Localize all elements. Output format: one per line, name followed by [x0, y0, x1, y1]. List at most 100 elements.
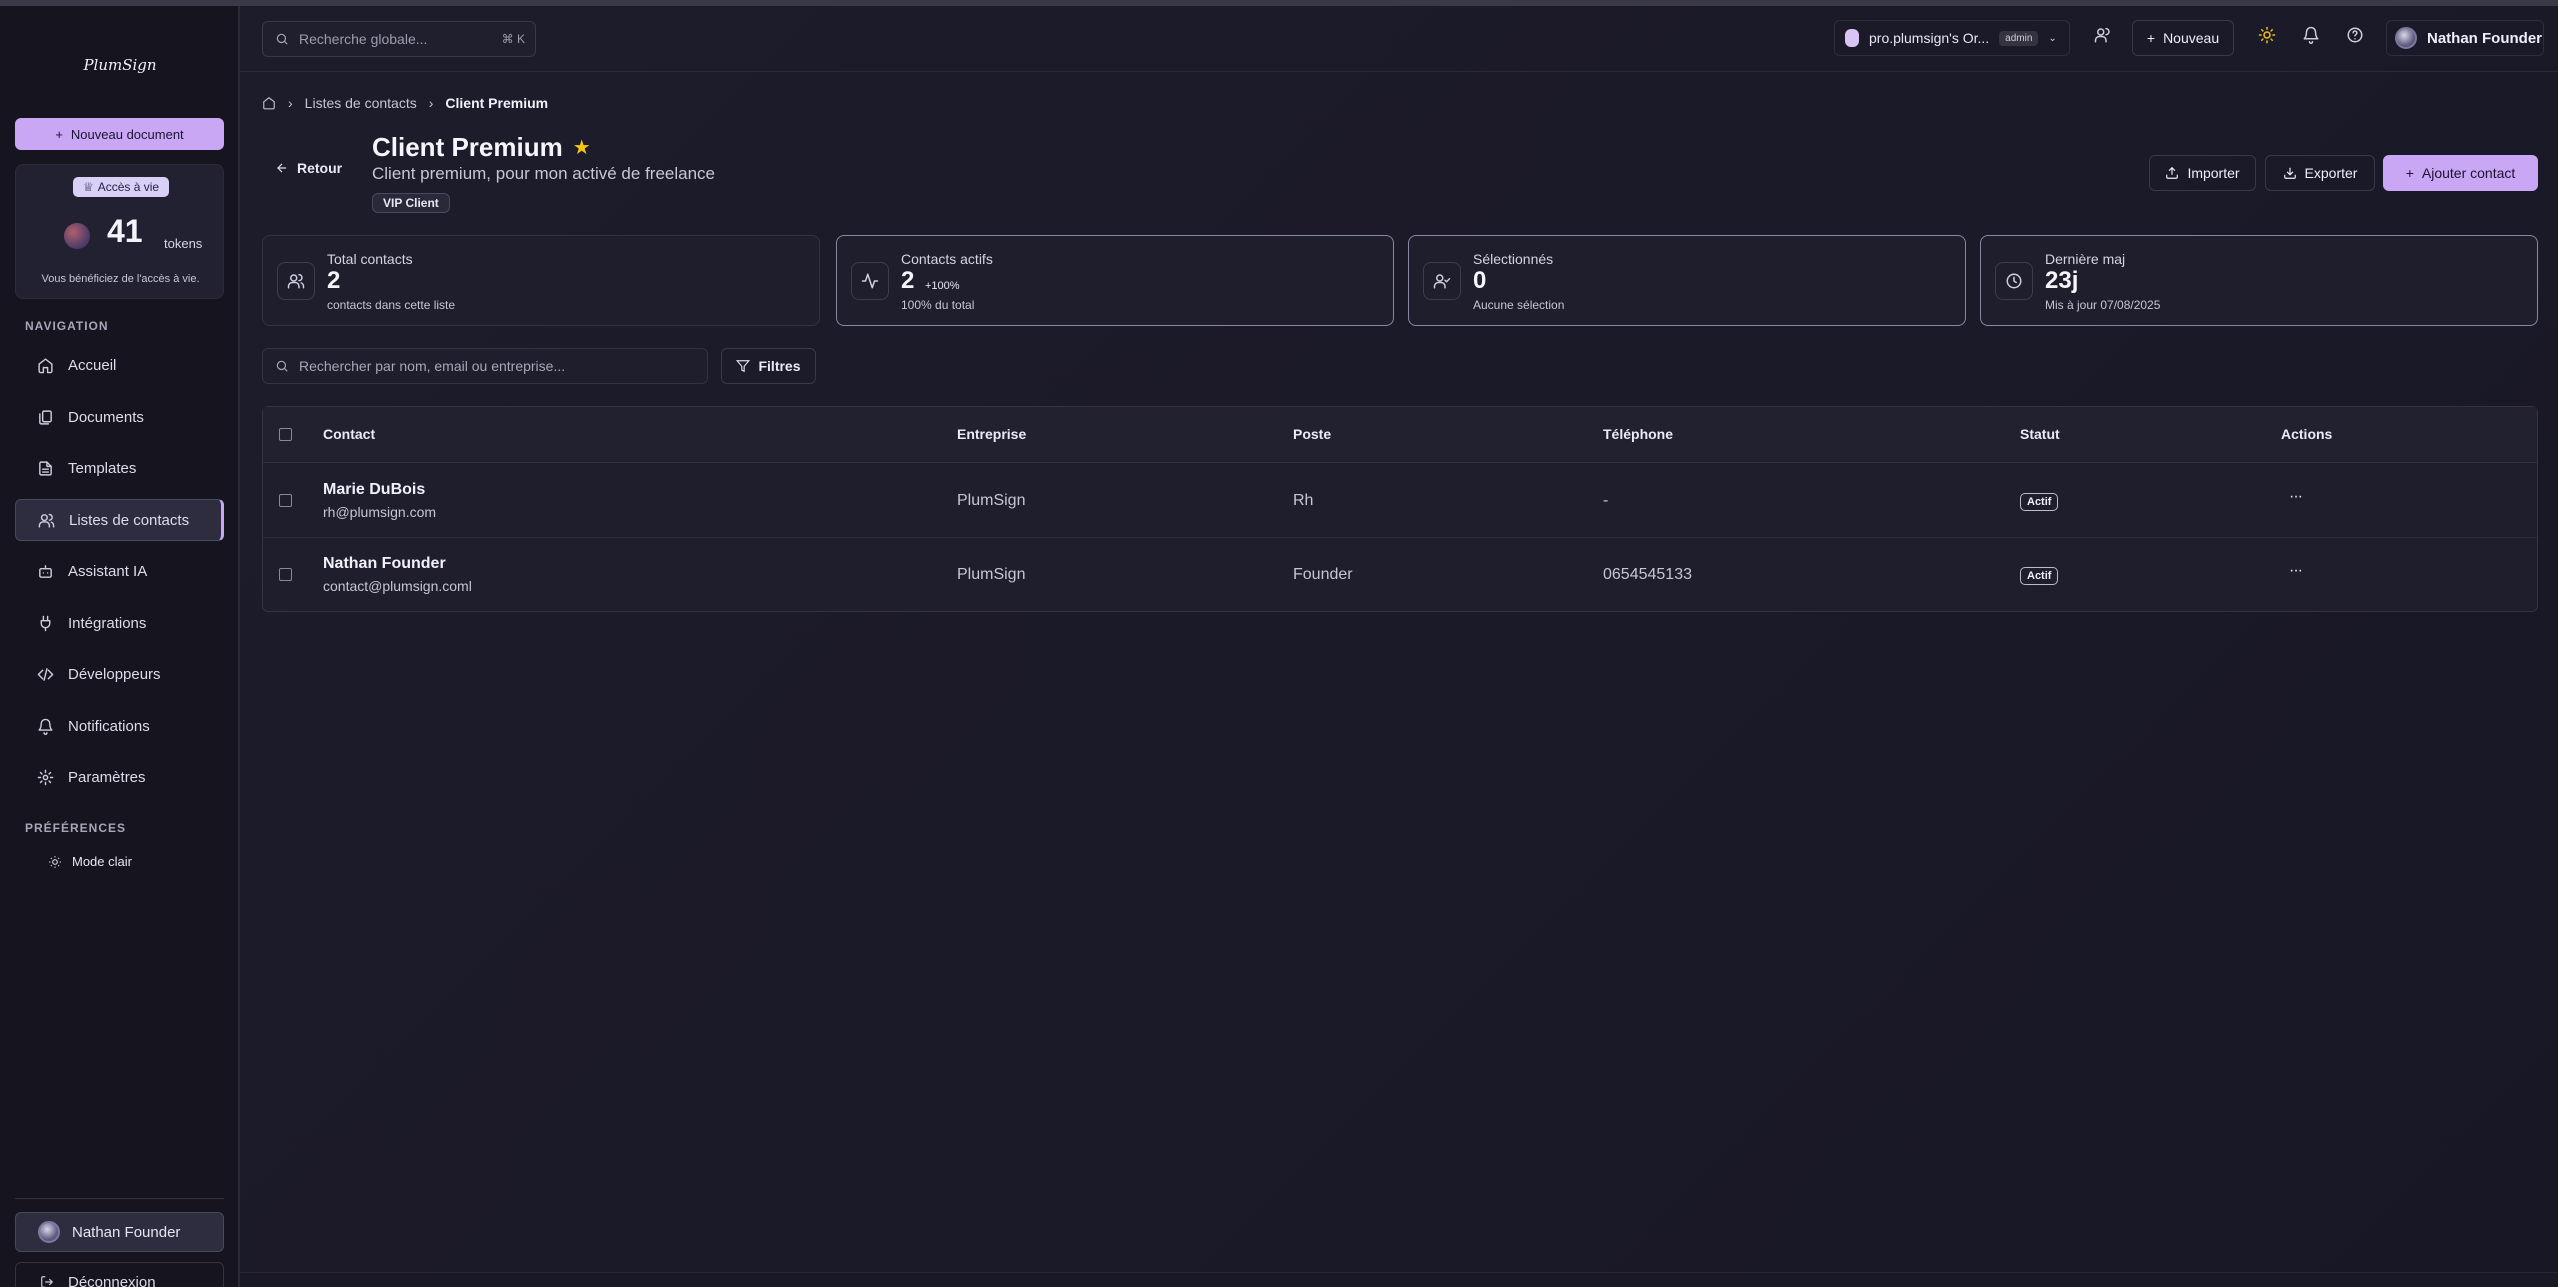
- clock-icon: [2006, 273, 2022, 289]
- search-icon: [276, 33, 288, 45]
- search-shortcut: ⌘ K: [501, 32, 525, 46]
- organization-icon: [1845, 29, 1859, 47]
- stat-icon-box: [277, 262, 315, 300]
- filters-button[interactable]: Filtres: [721, 348, 816, 384]
- light-mode-label: Mode clair: [72, 854, 132, 869]
- stat-card-total: Total contacts 2 contacts dans cette lis…: [262, 235, 820, 326]
- stat-card-selected: Sélectionnés 0 Aucune sélection: [1408, 235, 1966, 326]
- main-content: Recherche globale... ⌘ K pro.plumsign's …: [240, 6, 2558, 1287]
- light-mode-toggle[interactable]: Mode clair: [48, 854, 132, 869]
- contact-search-placeholder: Rechercher par nom, email ou entreprise.…: [299, 358, 566, 374]
- sidebar-item-label: Listes de contacts: [69, 511, 190, 529]
- user-name: Nathan Founder: [2427, 29, 2542, 47]
- home-icon: [38, 357, 53, 373]
- contact-search-input[interactable]: Rechercher par nom, email ou entreprise.…: [262, 348, 708, 384]
- star-icon[interactable]: ★: [573, 135, 591, 160]
- activity-icon: [861, 273, 879, 289]
- help-button[interactable]: [2346, 26, 2368, 48]
- table-row[interactable]: Marie DuBois rh@plumsign.com PlumSign Rh…: [263, 464, 2537, 538]
- column-header-phone[interactable]: Téléphone: [1603, 426, 1673, 442]
- breadcrumb: › Listes de contacts › Client Premium: [262, 95, 548, 111]
- stat-card-last-update: Dernière maj 23j Mis à jour 07/08/2025: [1980, 235, 2538, 326]
- sidebar-item-developers[interactable]: Développeurs: [15, 653, 224, 695]
- sidebar-item-documents[interactable]: Documents: [15, 396, 224, 438]
- sidebar-divider: [15, 1198, 224, 1199]
- crown-icon: ♕: [82, 180, 94, 194]
- tokens-card: ♕ Accès à vie 41 tokens Vous bénéficiez …: [15, 164, 224, 299]
- import-button[interactable]: Importer: [2149, 155, 2256, 191]
- sidebar-item-assistant-ia[interactable]: Assistant IA: [15, 550, 224, 592]
- export-button[interactable]: Exporter: [2265, 155, 2375, 191]
- sidebar: PlumSign + Nouveau document ♕ Accès à vi…: [0, 6, 240, 1287]
- user-menu-button[interactable]: Nathan Founder: [2386, 20, 2544, 56]
- sidebar-item-settings[interactable]: Paramètres: [15, 756, 224, 798]
- role-badge: admin: [1999, 30, 2039, 46]
- row-checkbox[interactable]: [279, 494, 292, 507]
- contact-company: PlumSign: [957, 492, 1026, 509]
- contact-email: contact@plumsign.coml: [323, 578, 472, 594]
- column-header-company[interactable]: Entreprise: [957, 426, 1026, 442]
- plus-icon: +: [2405, 165, 2414, 181]
- table-row[interactable]: Nathan Founder contact@plumsign.coml Plu…: [263, 538, 2537, 612]
- stat-label: Dernière maj: [2045, 251, 2126, 267]
- select-all-checkbox[interactable]: [279, 428, 292, 441]
- chevron-right-icon: ›: [428, 95, 434, 111]
- breadcrumb-current: Client Premium: [445, 95, 549, 111]
- bell-icon: [2303, 26, 2319, 44]
- stat-trend: +100%: [925, 280, 960, 292]
- team-button[interactable]: [2094, 26, 2116, 48]
- sidebar-item-templates[interactable]: Templates: [15, 447, 224, 489]
- preferences-section-title: PRÉFÉRENCES: [25, 821, 127, 835]
- bell-icon: [38, 718, 53, 735]
- notifications-button[interactable]: [2302, 26, 2324, 48]
- sidebar-item-accueil[interactable]: Accueil: [15, 344, 224, 386]
- row-checkbox[interactable]: [279, 568, 292, 581]
- new-document-label: Nouveau document: [70, 126, 184, 142]
- tokens-note: Vous bénéficiez de l'accès à vie.: [41, 273, 200, 285]
- documents-icon: [39, 409, 52, 425]
- add-contact-button[interactable]: + Ajouter contact: [2383, 155, 2538, 191]
- app-logo[interactable]: PlumSign: [0, 56, 240, 74]
- column-header-contact[interactable]: Contact: [323, 426, 375, 442]
- sun-icon: [49, 855, 61, 868]
- column-header-status[interactable]: Statut: [2020, 426, 2060, 442]
- theme-toggle-button[interactable]: [2258, 26, 2280, 48]
- organization-selector[interactable]: pro.plumsign's Or... admin ⌄: [1834, 20, 2070, 56]
- new-button[interactable]: + Nouveau: [2132, 20, 2234, 56]
- new-document-button[interactable]: + Nouveau document: [15, 118, 224, 150]
- contact-name: Marie DuBois: [323, 481, 426, 498]
- logout-button[interactable]: Déconnexion: [15, 1262, 224, 1287]
- page-subtitle: Client premium, pour mon activé de freel…: [372, 164, 715, 183]
- status-badge: Actif: [2020, 493, 2059, 511]
- list-tag-badge: VIP Client: [372, 193, 450, 213]
- stat-value: 2: [327, 267, 341, 294]
- contact-company: PlumSign: [957, 566, 1026, 583]
- row-actions-menu-button[interactable]: ···: [2289, 488, 2303, 506]
- sidebar-item-integrations[interactable]: Intégrations: [15, 602, 224, 644]
- tokens-count: 41: [107, 213, 143, 249]
- sidebar-user-button[interactable]: Nathan Founder: [15, 1212, 224, 1252]
- stat-description: Mis à jour 07/08/2025: [2045, 298, 2161, 312]
- sidebar-item-notifications[interactable]: Notifications: [15, 705, 224, 747]
- sidebar-user-name: Nathan Founder: [72, 1223, 181, 1241]
- help-icon: [2347, 27, 2363, 43]
- global-search-input[interactable]: Recherche globale... ⌘ K: [262, 21, 536, 57]
- home-icon[interactable]: [262, 96, 276, 110]
- stat-description: contacts dans cette liste: [327, 298, 456, 312]
- upload-icon: [2166, 166, 2179, 179]
- breadcrumb-parent[interactable]: Listes de contacts: [305, 95, 417, 111]
- contacts-table: Contact Entreprise Poste Téléphone Statu…: [262, 406, 2538, 612]
- stat-icon-box: [1995, 262, 2033, 300]
- organization-name: pro.plumsign's Or...: [1869, 30, 1990, 46]
- plus-icon: +: [55, 126, 63, 142]
- user-check-icon: [1433, 274, 1451, 289]
- column-header-position[interactable]: Poste: [1293, 426, 1331, 442]
- chevron-down-icon: ⌄: [2048, 32, 2057, 44]
- filter-icon: [736, 360, 751, 373]
- sidebar-item-contact-lists[interactable]: Listes de contacts: [15, 499, 224, 541]
- back-button[interactable]: Retour: [275, 160, 342, 176]
- chevron-right-icon: ›: [288, 95, 293, 111]
- row-actions-menu-button[interactable]: ···: [2289, 562, 2303, 580]
- stat-icon-box: [851, 262, 889, 300]
- search-icon: [276, 360, 288, 372]
